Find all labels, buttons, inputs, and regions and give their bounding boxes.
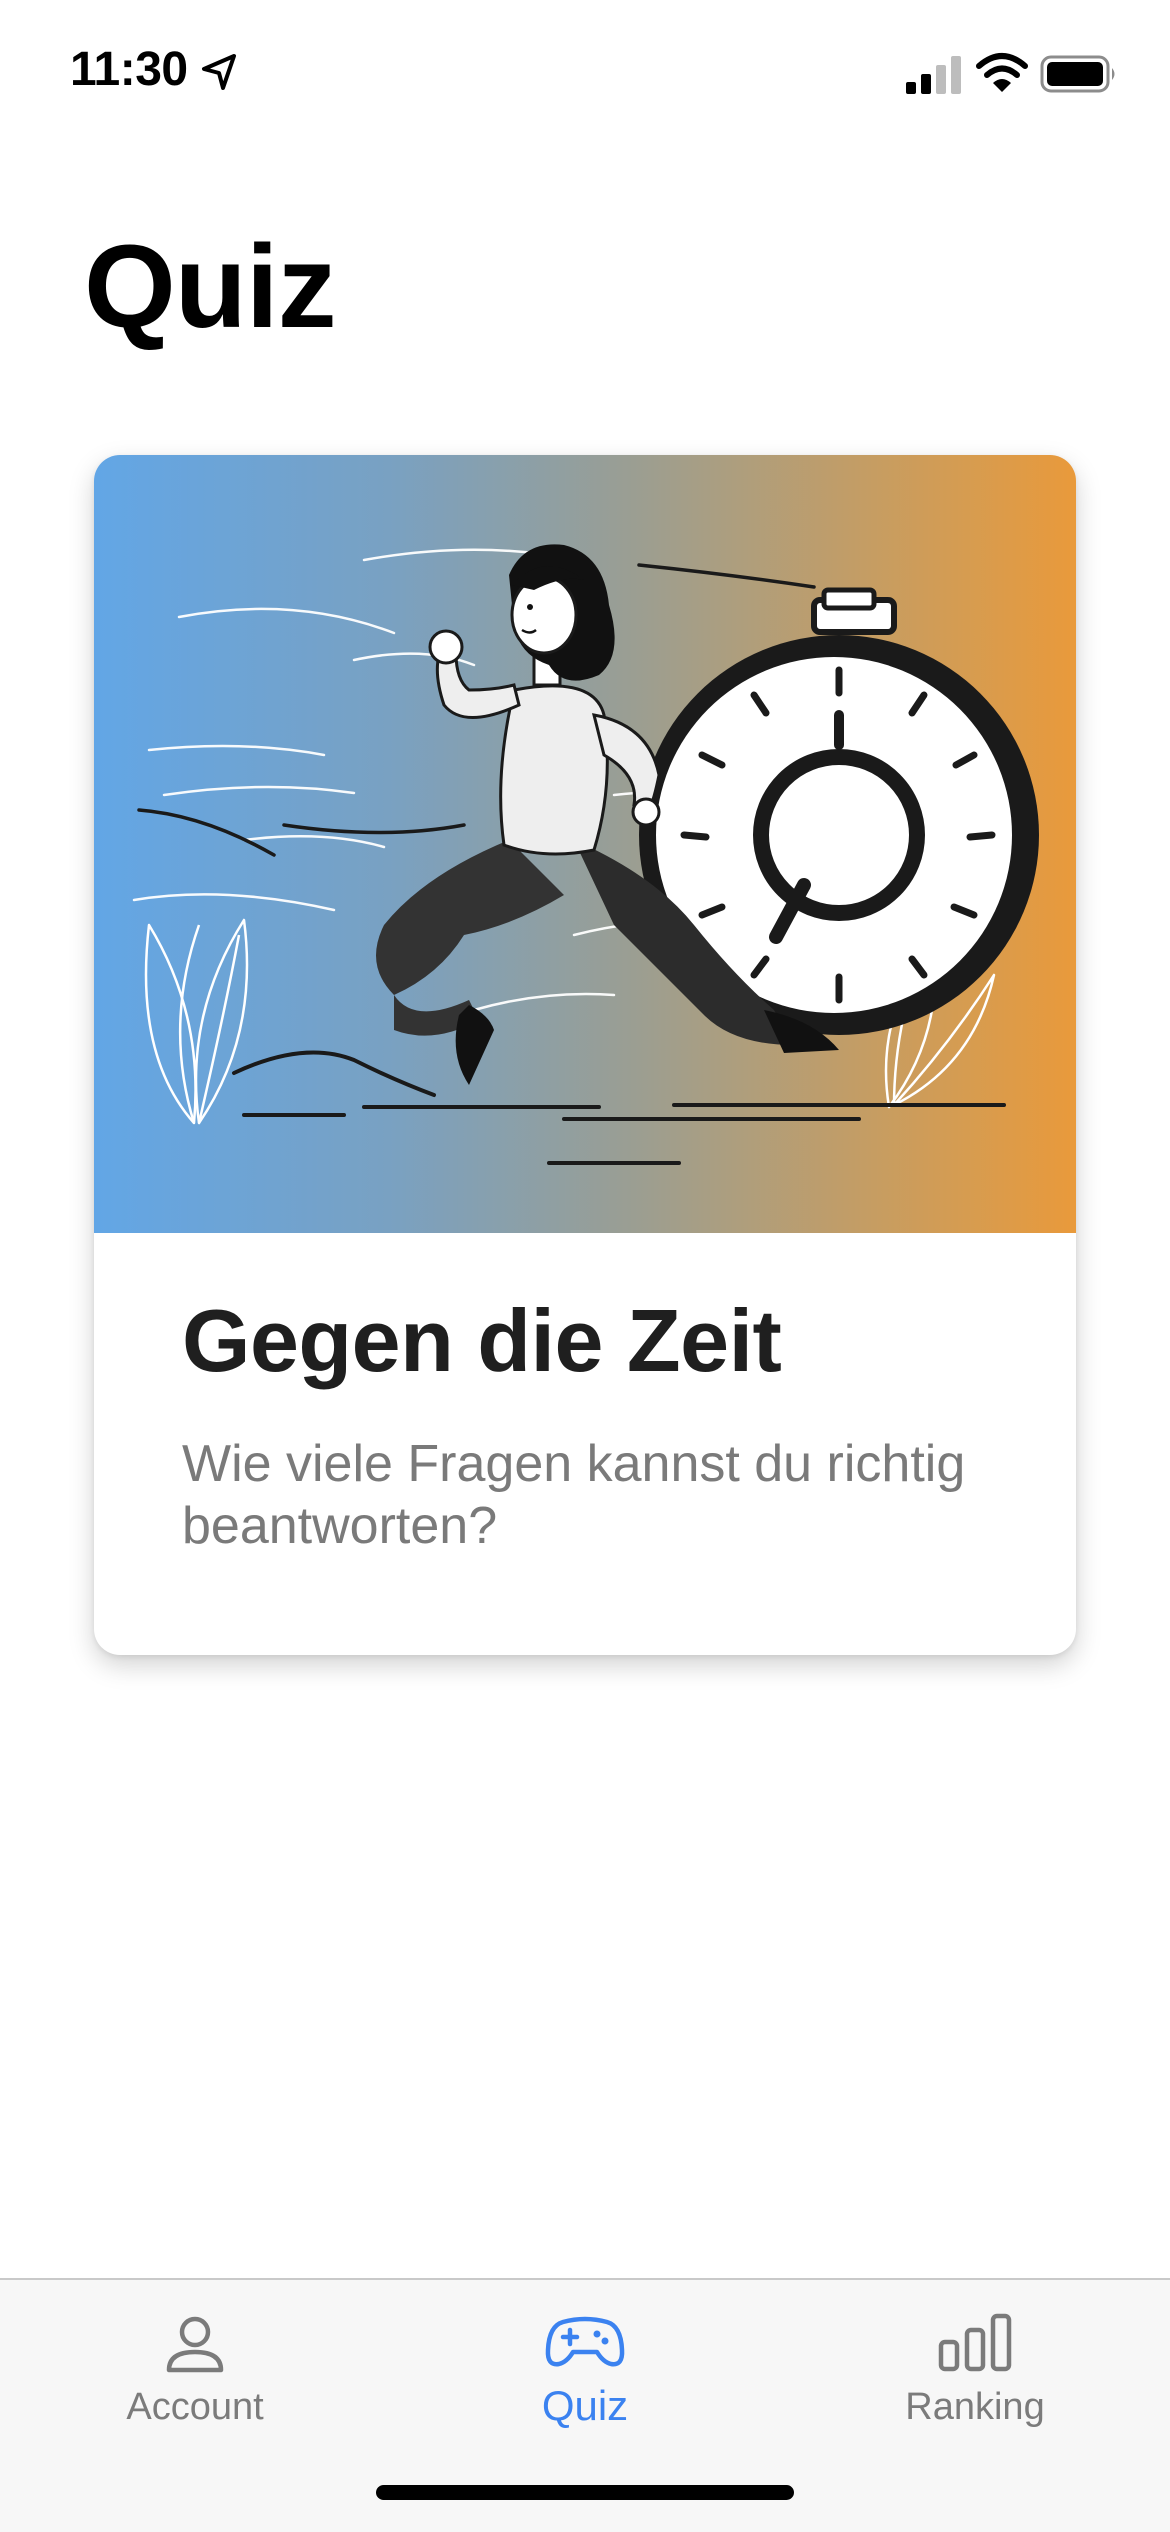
- page-title: Quiz: [84, 221, 337, 353]
- card-description: Wie viele Fragen kannst du richtig beant…: [182, 1435, 966, 1555]
- tab-quiz-label: Quiz: [541, 2382, 629, 2429]
- gamepad-icon: [545, 2316, 625, 2367]
- status-time: 11:30: [70, 43, 188, 96]
- person-icon: [166, 2316, 224, 2373]
- tab-ranking-label: Ranking: [905, 2386, 1045, 2428]
- tab-quiz[interactable]: Quiz: [390, 2280, 780, 2480]
- quiz-mode-card[interactable]: Gegen die Zeit Wie viele Fragen kannst d…: [94, 455, 1076, 1655]
- card-title: Gegen die Zeit: [182, 1291, 782, 1390]
- cellular-signal-icon: [906, 56, 961, 94]
- card-illustration: [94, 455, 1076, 1233]
- tab-ranking[interactable]: Ranking: [780, 2280, 1170, 2480]
- battery-icon: [1040, 55, 1115, 93]
- tab-account[interactable]: Account: [0, 2280, 390, 2480]
- wifi-icon: [976, 53, 1028, 92]
- quiz-screen: 11:30 Quiz Gegen die Zeit Wie viele Frag…: [0, 0, 1170, 2532]
- tab-account-label: Account: [126, 2386, 264, 2428]
- status-bar: 11:30: [0, 0, 1170, 150]
- bar-chart-icon: [938, 2313, 1012, 2372]
- woman-running-stopwatch-illustration: [132, 544, 1039, 1165]
- home-indicator: [376, 2485, 794, 2500]
- location-arrow-icon: [202, 54, 236, 90]
